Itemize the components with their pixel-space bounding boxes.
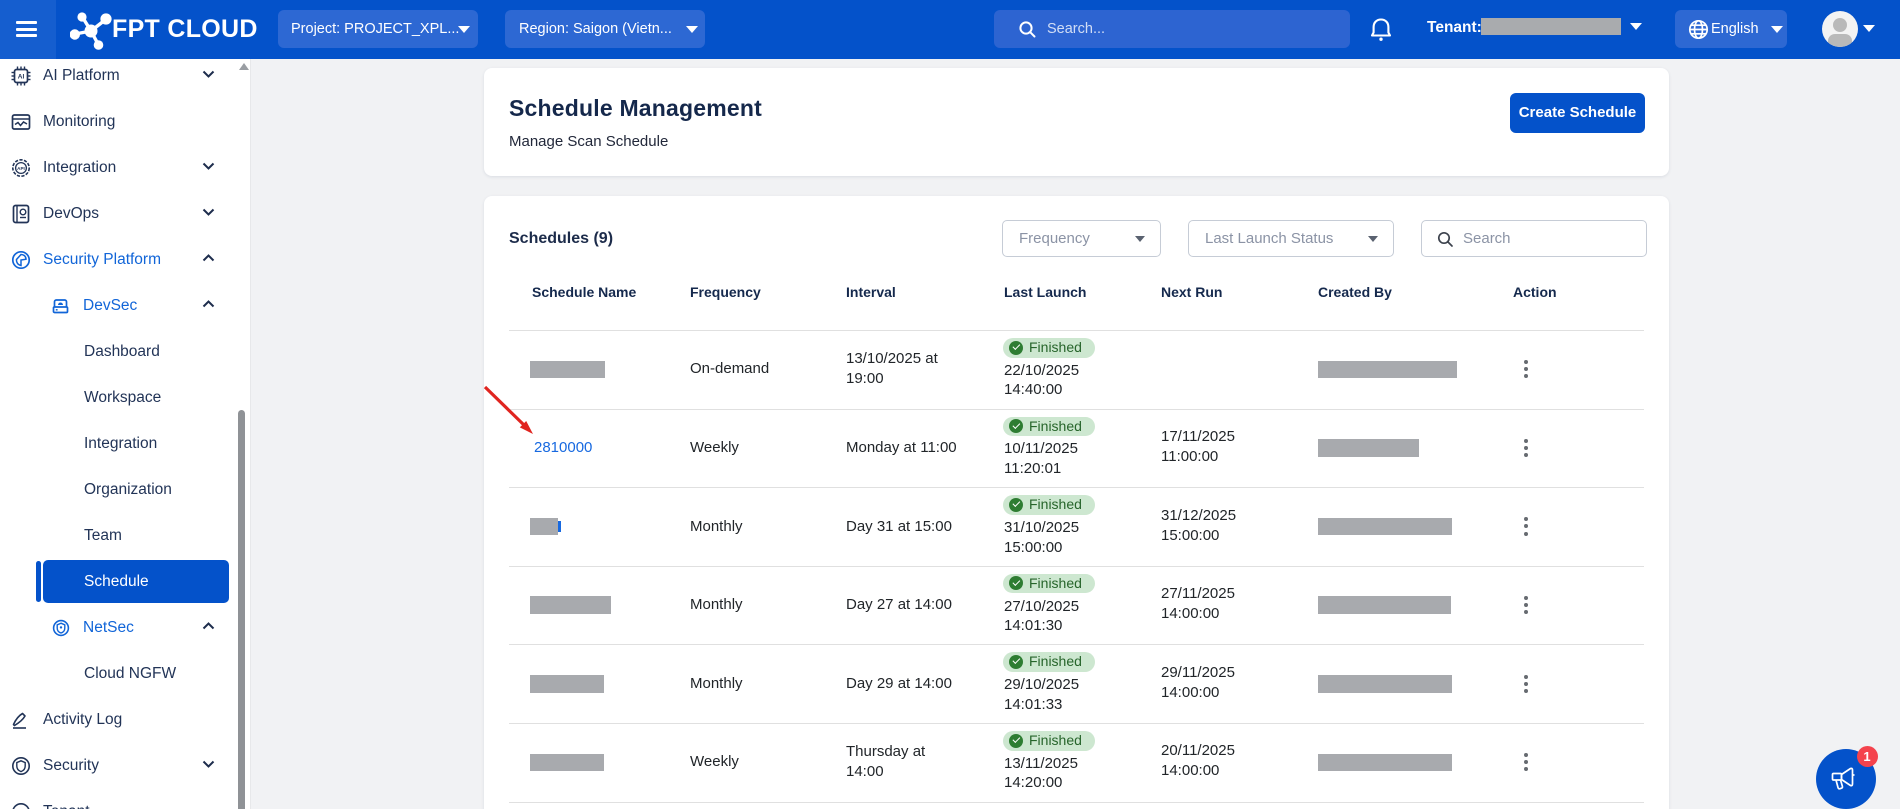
svg-text:AI: AI — [18, 74, 25, 81]
svg-text:API: API — [17, 166, 25, 171]
